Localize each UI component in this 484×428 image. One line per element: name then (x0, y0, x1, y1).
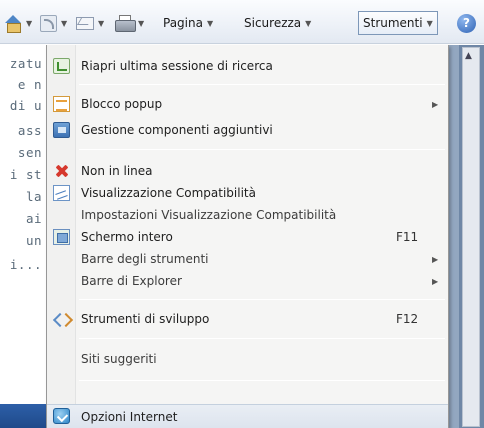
page-text-fragment: i... (9, 257, 42, 272)
chevron-down-icon[interactable]: ▼ (26, 19, 32, 28)
menu-item-explorer-bars[interactable]: Barre di Explorer ▶ (47, 270, 448, 292)
chevron-down-icon[interactable]: ▼ (138, 19, 144, 28)
rss-feed-icon (40, 14, 57, 32)
page-text-fragment: di u (9, 98, 42, 113)
menu-item-label: Barre di Explorer (81, 274, 182, 288)
help-icon: ? (457, 13, 476, 33)
feeds-button[interactable]: ▼ (40, 12, 67, 34)
page-text-fragment: la (25, 189, 42, 204)
menu-item-label: Non in linea (81, 164, 153, 178)
work-offline-icon (53, 163, 70, 179)
full-screen-icon (53, 229, 70, 245)
menu-item-label: Barre degli strumenti (81, 252, 209, 266)
menu-item-suggested-sites[interactable]: Siti suggeriti (47, 348, 448, 370)
menu-item-shortcut: F12 (396, 312, 419, 326)
help-button[interactable]: ? (457, 12, 476, 34)
compatibility-view-icon (53, 185, 70, 201)
reopen-session-icon (53, 58, 70, 74)
page-text-fragment: ass (17, 123, 42, 138)
page-menu-label: Pagina (163, 16, 203, 30)
page-menu-button[interactable]: Pagina ▼ (163, 12, 213, 34)
submenu-arrow-icon: ▶ (432, 254, 439, 264)
menu-item-internet-options[interactable]: Opzioni Internet (47, 404, 448, 428)
menu-item-manage-addons[interactable]: Gestione componenti aggiuntivi (47, 119, 448, 141)
developer-tools-icon (53, 311, 70, 327)
submenu-arrow-icon: ▶ (432, 276, 439, 286)
menu-item-compatibility-view[interactable]: Visualizzazione Compatibilità (47, 182, 448, 204)
menu-item-shortcut: F11 (396, 230, 419, 244)
page-text-fragment: e n (17, 77, 42, 92)
menu-separator (79, 149, 445, 150)
page-text-fragment: un (25, 233, 42, 248)
menu-item-developer-tools[interactable]: Strumenti di sviluppo F12 (47, 308, 448, 330)
menu-item-label: Strumenti di sviluppo (81, 312, 210, 326)
safety-menu-label: Sicurezza (244, 16, 302, 30)
menu-item-reopen-last-session[interactable]: Riapri ultima sessione di ricerca (47, 55, 448, 77)
menu-item-popup-blocker[interactable]: Blocco popup ▶ (47, 93, 448, 115)
page-footer-band (0, 404, 46, 428)
chevron-down-icon: ▼ (426, 18, 433, 28)
vertical-scrollbar[interactable]: ▲ (462, 47, 480, 427)
menu-item-label: Schermo intero (81, 230, 173, 244)
tools-menu-label: Strumenti (363, 16, 423, 30)
menu-item-label: Impostazioni Visualizzazione Compatibili… (81, 208, 337, 222)
chevron-down-icon: ▼ (206, 18, 214, 28)
menu-item-full-screen[interactable]: Schermo intero F11 (47, 226, 448, 248)
manage-addons-icon (53, 122, 70, 138)
menu-separator (79, 338, 445, 339)
menu-item-label: Siti suggeriti (81, 352, 157, 366)
home-icon (4, 14, 22, 33)
chevron-down-icon: ▼ (305, 18, 312, 28)
menu-item-toolbars[interactable]: Barre degli strumenti ▶ (47, 248, 448, 270)
command-bar: ▼ ▼ ▼ ▼ Pagina ▼ Sicurezza ▼ Strumenti ▼… (0, 0, 484, 44)
menu-item-work-offline[interactable]: Non in linea (47, 160, 448, 182)
menu-item-label: Opzioni Internet (81, 409, 178, 424)
menu-item-label: Blocco popup (81, 97, 163, 111)
page-content: zatu e n di u ass sen i st la ai un i... (0, 45, 46, 428)
internet-options-icon (53, 408, 70, 424)
home-button[interactable]: ▼ (4, 12, 32, 34)
page-edge (449, 45, 459, 428)
tools-menu-button[interactable]: Strumenti ▼ (358, 11, 438, 35)
page-text-fragment: zatu (9, 56, 42, 71)
menu-item-label: Riapri ultima sessione di ricerca (81, 59, 273, 73)
print-button[interactable]: ▼ (115, 12, 144, 34)
menu-item-compatibility-view-settings[interactable]: Impostazioni Visualizzazione Compatibili… (47, 204, 448, 226)
menu-separator (79, 84, 445, 85)
page-text-fragment: i st (9, 167, 42, 182)
scroll-up-arrow-icon[interactable]: ▲ (465, 51, 472, 61)
menu-separator (79, 299, 445, 300)
menu-item-label: Gestione componenti aggiuntivi (81, 123, 273, 137)
tools-dropdown-menu: Riapri ultima sessione di ricerca Blocco… (46, 45, 449, 428)
mail-icon (76, 16, 94, 30)
page-text-fragment: sen (17, 145, 42, 160)
menu-item-label: Visualizzazione Compatibilità (81, 186, 256, 200)
mail-button[interactable]: ▼ (76, 12, 104, 34)
menu-separator (79, 380, 445, 381)
chevron-down-icon[interactable]: ▼ (98, 19, 104, 28)
submenu-arrow-icon: ▶ (432, 99, 439, 109)
popup-blocker-icon (53, 96, 70, 112)
scrollbar-area: ▲ (459, 45, 484, 428)
print-icon (115, 15, 136, 32)
page-text-fragment: ai (25, 211, 42, 226)
safety-menu-button[interactable]: Sicurezza ▼ (244, 12, 311, 34)
chevron-down-icon[interactable]: ▼ (61, 19, 67, 28)
browser-window: ▼ ▼ ▼ ▼ Pagina ▼ Sicurezza ▼ Strumenti ▼… (0, 0, 484, 428)
